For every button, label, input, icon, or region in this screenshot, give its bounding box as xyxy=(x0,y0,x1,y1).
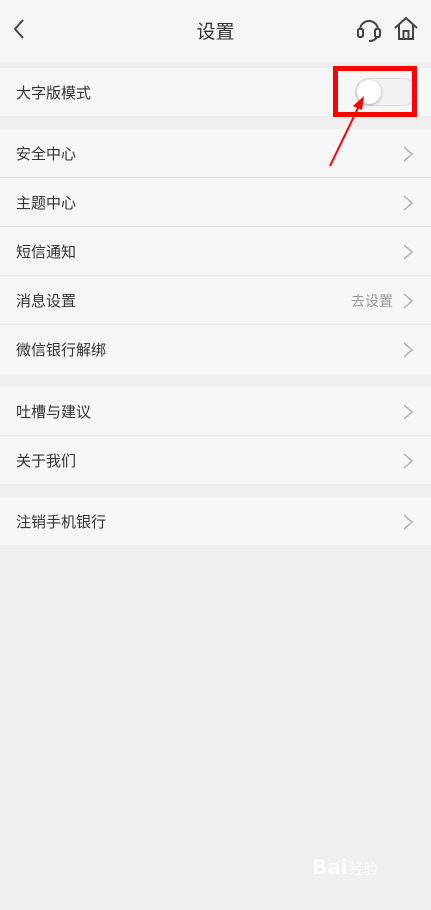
about-us-row[interactable]: 关于我们 xyxy=(0,436,431,485)
message-settings-row[interactable]: 消息设置 去设置 xyxy=(0,276,431,325)
message-settings-value: 去设置 xyxy=(351,294,393,310)
message-settings-label: 消息设置 xyxy=(16,292,77,310)
wechat-bank-unbind-row[interactable]: 微信银行解绑 xyxy=(0,325,431,374)
large-font-mode-label: 大字版模式 xyxy=(16,84,92,102)
chevron-right-icon xyxy=(403,293,414,309)
feedback-row[interactable]: 吐槽与建议 xyxy=(0,387,431,436)
home-icon[interactable] xyxy=(391,13,421,43)
sms-notification-label: 短信通知 xyxy=(16,243,77,261)
chevron-right-icon xyxy=(403,514,414,530)
deregister-mobile-banking-row[interactable]: 注销手机银行 xyxy=(0,497,431,546)
deregister-mobile-banking-label: 注销手机银行 xyxy=(16,513,107,531)
sms-notification-row[interactable]: 短信通知 xyxy=(0,227,431,276)
navigation-bar: 设置 xyxy=(0,0,431,62)
chevron-right-icon xyxy=(403,244,414,260)
customer-service-icon[interactable] xyxy=(354,14,384,44)
watermark-text: Bai xyxy=(312,855,348,879)
chevron-right-icon xyxy=(403,342,414,358)
group-account: 注销手机银行 xyxy=(0,497,431,545)
watermark-sub-text: 经验 xyxy=(349,862,378,878)
chevron-right-icon xyxy=(403,146,414,162)
theme-center-row[interactable]: 主题中心 xyxy=(0,178,431,227)
annotation-arrow xyxy=(329,96,364,167)
chevron-right-icon xyxy=(403,195,414,211)
chevron-right-icon xyxy=(403,453,414,469)
security-center-label: 安全中心 xyxy=(16,145,77,163)
group-feedback: 吐槽与建议 关于我们 xyxy=(0,387,431,484)
about-us-label: 关于我们 xyxy=(16,452,77,470)
chevron-right-icon xyxy=(403,404,414,420)
wechat-bank-unbind-label: 微信银行解绑 xyxy=(16,341,107,359)
feedback-label: 吐槽与建议 xyxy=(16,403,92,421)
watermark-logo: Bai 经验 xyxy=(312,855,422,895)
theme-center-label: 主题中心 xyxy=(16,194,77,212)
